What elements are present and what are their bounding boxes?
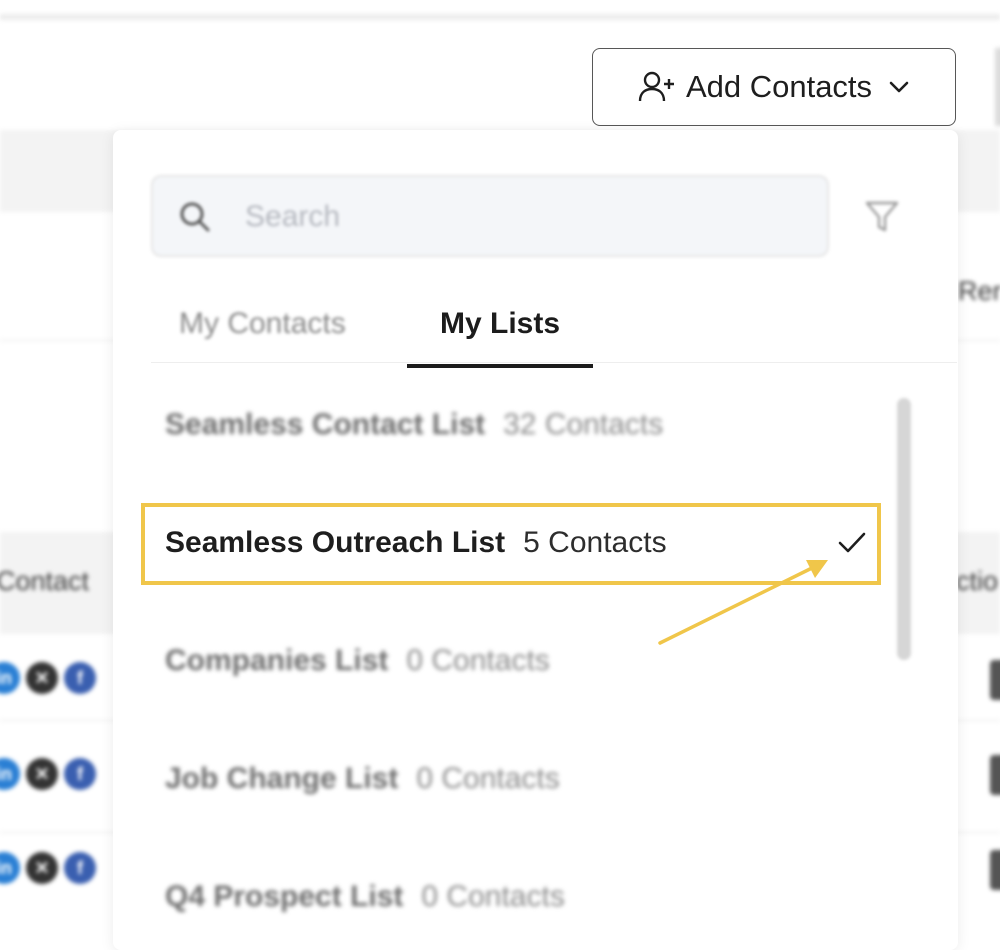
x-icon[interactable]: ✕ (26, 662, 58, 694)
list-count: 0 Contacts (416, 762, 560, 795)
list-name: Q4 Prospect List (165, 880, 404, 913)
search-field[interactable] (151, 175, 829, 257)
dropdown-tabs: My Contacts My Lists (151, 300, 957, 368)
search-icon (177, 199, 213, 240)
linkedin-icon[interactable]: in (0, 758, 20, 790)
social-icons-row: in ✕ f (0, 758, 96, 790)
x-icon[interactable]: ✕ (26, 852, 58, 884)
list-item-seamless-contact-list[interactable]: Seamless Contact List 32 Contacts (165, 408, 663, 442)
search-input[interactable] (243, 191, 817, 243)
row-action-icon[interactable] (990, 755, 1000, 795)
add-contacts-button[interactable]: Add Contacts (592, 48, 956, 126)
linkedin-icon[interactable]: in (0, 662, 20, 694)
toolbar-edge-button (995, 48, 1000, 126)
list-name: Seamless Contact List (165, 408, 486, 441)
list-scrollbar[interactable] (897, 398, 911, 660)
filter-icon[interactable] (863, 198, 901, 241)
facebook-icon[interactable]: f (64, 852, 96, 884)
tab-my-contacts[interactable]: My Contacts (179, 304, 346, 360)
facebook-icon[interactable]: f (64, 758, 96, 790)
contact-column-header: Contact (0, 566, 90, 596)
social-icons-row: in ✕ f (0, 852, 96, 884)
x-icon[interactable]: ✕ (26, 758, 58, 790)
row-action-icon[interactable] (990, 660, 1000, 700)
list-count: 0 Contacts (421, 880, 565, 913)
top-divider (0, 14, 1000, 20)
add-contacts-label: Add Contacts (685, 69, 873, 104)
list-name: Job Change List (165, 762, 399, 795)
list-item-job-change-list[interactable]: Job Change List 0 Contacts (165, 762, 560, 796)
row-action-icon[interactable] (990, 850, 1000, 890)
social-icons-row: in ✕ f (0, 662, 96, 694)
tab-my-lists[interactable]: My Lists (407, 304, 593, 368)
chevron-down-icon (888, 80, 910, 94)
right-header-fragment: Rer (958, 276, 1000, 306)
facebook-icon[interactable]: f (64, 662, 96, 694)
list-count: 0 Contacts (406, 644, 550, 677)
list-item-q4-prospect-list[interactable]: Q4 Prospect List 0 Contacts (165, 880, 565, 914)
list-name: Companies List (165, 644, 389, 677)
user-plus-icon (638, 70, 676, 104)
linkedin-icon[interactable]: in (0, 852, 20, 884)
actions-column-header: ctio (956, 566, 999, 596)
list-item-companies-list[interactable]: Companies List 0 Contacts (165, 644, 550, 678)
list-count: 32 Contacts (503, 408, 664, 441)
selection-highlight-box (141, 503, 881, 585)
